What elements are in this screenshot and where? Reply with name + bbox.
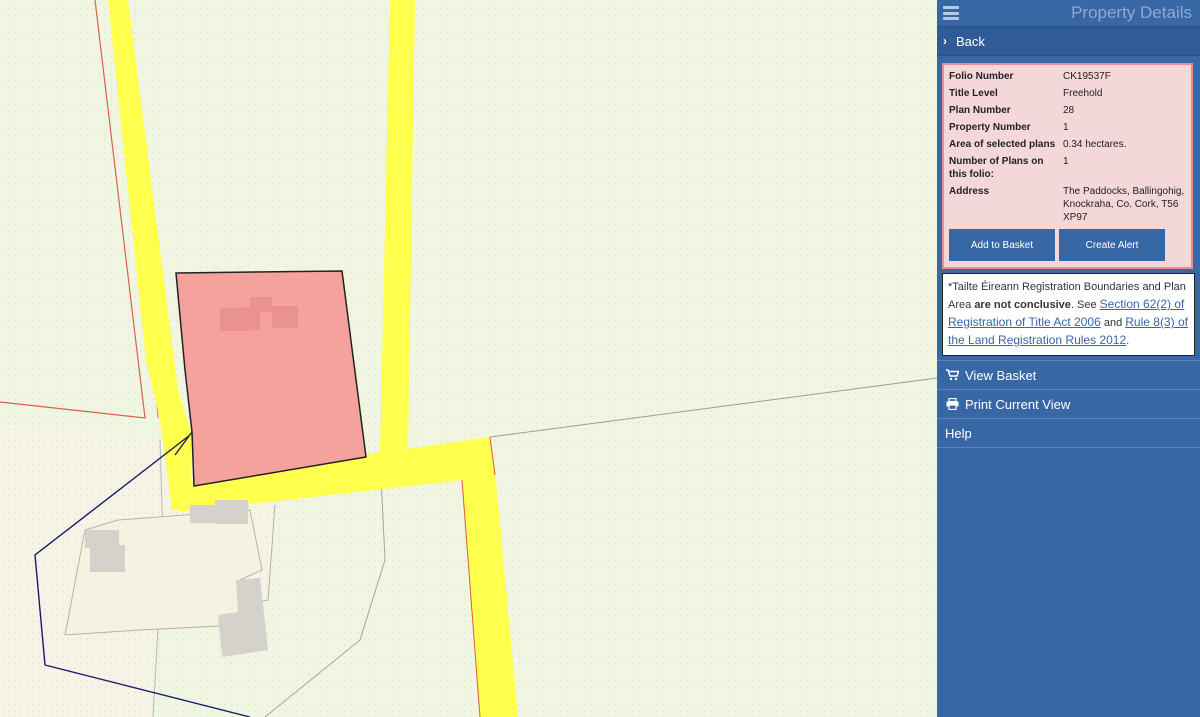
detail-row: Area of selected plans 0.34 hectares. <box>949 138 1186 151</box>
view-basket-button[interactable]: View Basket <box>937 360 1200 390</box>
title-level-value: Freehold <box>1063 88 1103 99</box>
detail-label: Title Level <box>949 88 998 99</box>
property-details-panel: Property Details › Back Folio Number CK19… <box>937 0 1200 717</box>
back-button[interactable]: › Back <box>937 26 1200 56</box>
detail-row: Folio Number CK19537F <box>949 70 1186 83</box>
back-label: Back <box>956 33 985 49</box>
detail-row: Title Level Freehold <box>949 87 1186 100</box>
detail-row: Plan Number 28 <box>949 104 1186 117</box>
map-canvas[interactable] <box>0 0 937 717</box>
map-view[interactable] <box>0 0 937 717</box>
property-detail-card: Folio Number CK19537F Title Level Freehold… <box>942 63 1193 269</box>
detail-label: Area of selected plans <box>949 139 1056 150</box>
detail-label: Address <box>949 186 990 197</box>
create-alert-button[interactable]: Create Alert <box>1059 229 1165 261</box>
chevron-right-icon: › <box>943 34 947 48</box>
panel-title: Property Details <box>1071 3 1192 22</box>
registration-notice: *Tailte Éireann Registration Boundaries … <box>942 273 1195 356</box>
notice-bold: are not conclusive <box>974 299 1071 311</box>
detail-row: Number of Plans on this folio: 1 <box>949 155 1186 181</box>
hamburger-menu-icon[interactable] <box>943 6 959 20</box>
folio-number-value: CK19537F <box>1063 71 1111 82</box>
notice-text: . See <box>1070 299 1097 311</box>
print-icon <box>945 398 959 410</box>
plans-count-value: 1 <box>1063 156 1069 167</box>
detail-label: Number of Plans on this folio: <box>949 156 1044 180</box>
detail-actions: Add to Basket Create Alert <box>949 229 1186 261</box>
building <box>215 500 248 524</box>
detail-label: Plan Number <box>949 105 1011 116</box>
plan-number-value: 28 <box>1063 105 1075 116</box>
building <box>90 545 125 572</box>
area-value: 0.34 hectares. <box>1063 139 1127 150</box>
add-to-basket-button[interactable]: Add to Basket <box>949 229 1055 261</box>
panel-header: Property Details <box>937 0 1200 26</box>
cart-icon <box>945 369 959 381</box>
detail-row: Address The Paddocks, Ballingohig, Knockr… <box>949 185 1186 224</box>
print-current-view-label: Print Current View <box>965 396 1071 412</box>
address-value: The Paddocks, Ballingohig, Knockraha, Co… <box>1063 186 1185 223</box>
view-basket-label: View Basket <box>965 367 1037 383</box>
notice-text: . <box>1126 335 1130 347</box>
detail-row: Property Number 1 <box>949 121 1186 134</box>
print-current-view-button[interactable]: Print Current View <box>937 390 1200 419</box>
property-number-value: 1 <box>1063 122 1069 133</box>
detail-label: Folio Number <box>949 71 1014 82</box>
detail-label: Property Number <box>949 122 1031 133</box>
help-label: Help <box>945 425 972 441</box>
notice-text: and <box>1103 317 1123 329</box>
help-button[interactable]: Help <box>937 419 1200 448</box>
